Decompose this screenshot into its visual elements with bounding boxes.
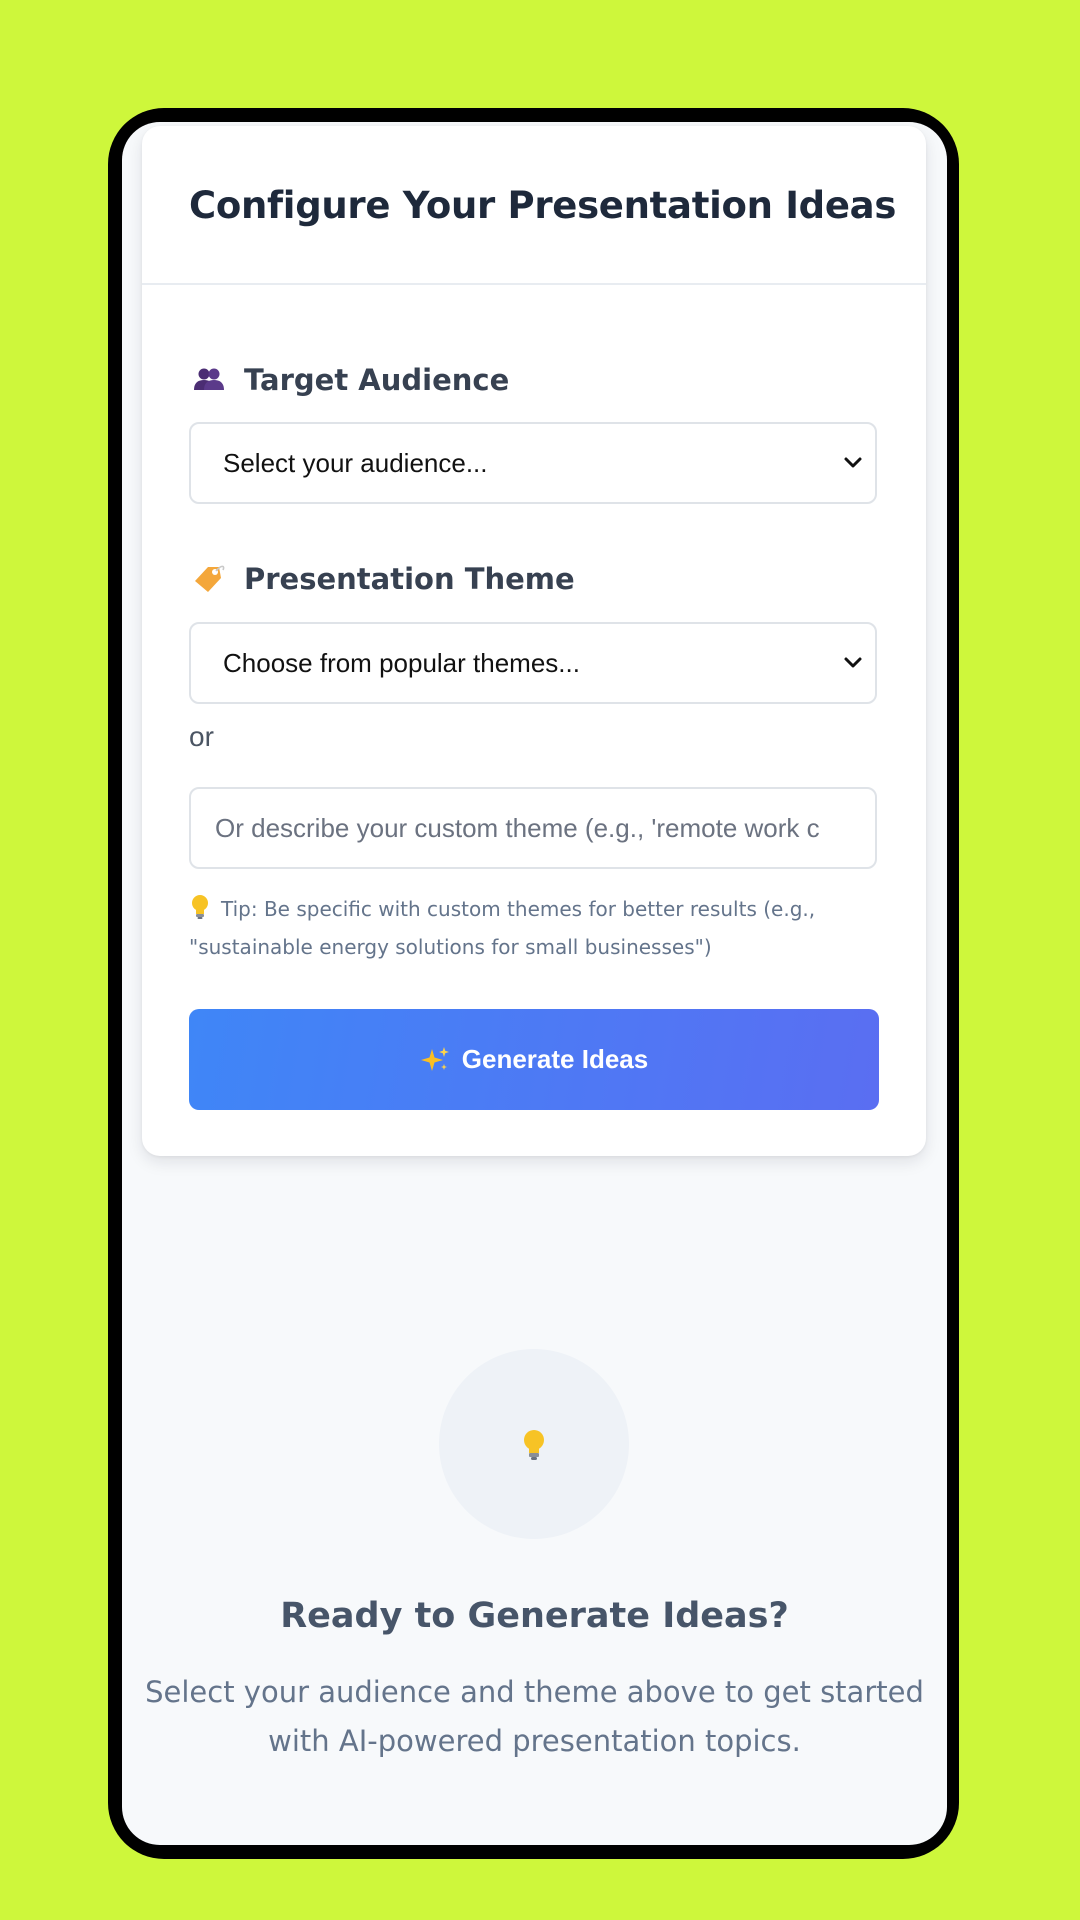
empty-state-icon-circle <box>439 1349 629 1539</box>
chevron-down-icon <box>844 657 862 668</box>
chevron-down-icon <box>844 457 862 468</box>
sparkles-icon <box>420 1046 449 1071</box>
generate-ideas-button[interactable]: Generate Ideas <box>189 1009 879 1110</box>
lightbulb-icon <box>192 895 208 919</box>
custom-theme-input[interactable] <box>189 787 877 869</box>
people-icon <box>192 363 226 397</box>
tag-icon <box>192 562 226 596</box>
card-header: Configure Your Presentation Ideas <box>142 126 926 285</box>
theme-select[interactable]: Choose from popular themes... <box>189 622 877 704</box>
card-title: Configure Your Presentation Ideas <box>189 184 897 227</box>
audience-select-value: Select your audience... <box>223 448 488 478</box>
empty-state-description: Select your audience and theme above to … <box>145 1675 924 1758</box>
audience-select[interactable]: Select your audience... <box>189 422 877 504</box>
lightbulb-icon <box>524 1430 544 1460</box>
tip-text: Tip: Be specific with custom themes for … <box>189 890 879 966</box>
or-divider-text: or <box>189 721 214 752</box>
generate-button-label: Generate Ideas <box>461 1044 649 1074</box>
audience-label: Target Audience <box>192 363 509 397</box>
config-card: Configure Your Presentation Ideas Target… <box>142 126 926 1156</box>
theme-label-text: Presentation Theme <box>244 562 575 596</box>
tip-text-content: Tip: Be specific with custom themes for … <box>189 897 816 959</box>
audience-label-text: Target Audience <box>244 363 510 397</box>
theme-select-value: Choose from popular themes... <box>223 648 580 678</box>
empty-state-title: Ready to Generate Ideas? <box>280 1596 789 1636</box>
theme-label: Presentation Theme <box>192 562 575 596</box>
app-screen: Configure Your Presentation Ideas Target… <box>122 122 947 1845</box>
